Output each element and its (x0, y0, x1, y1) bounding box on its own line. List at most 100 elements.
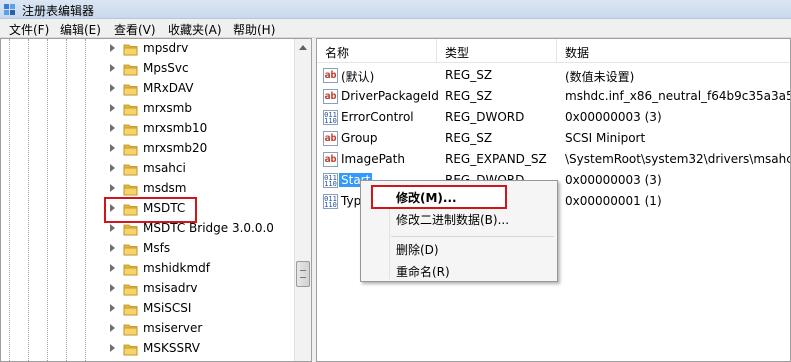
expand-arrow-icon[interactable] (110, 264, 115, 272)
menu-favorites[interactable]: 收藏夹(A) (168, 21, 222, 38)
value-data: SCSI Miniport (565, 131, 646, 145)
value-type: REG_SZ (445, 89, 493, 103)
value-type: REG_SZ (445, 131, 493, 145)
tree-item-label: MSKSSRV (143, 341, 200, 355)
tree-item[interactable]: MSiSCSI (1, 299, 291, 319)
tree-item[interactable]: msisadrv (1, 279, 291, 299)
menu-edit[interactable]: 编辑(E) (60, 21, 101, 38)
tree-item-label: mrxsmb10 (143, 121, 208, 135)
dword-value-icon: 011 110 (323, 173, 338, 188)
value-data: mshdc.inf_x86_neutral_f64b9c35a3a5be (565, 89, 791, 103)
scrollbar-thumb[interactable] (296, 261, 310, 287)
value-type: REG_DWORD (445, 110, 525, 124)
registry-editor-icon (4, 4, 15, 15)
tree-item[interactable]: mshidkmdf (1, 259, 291, 279)
menu-item-modify[interactable]: 修改(M)... (396, 189, 457, 206)
msahci-highlight-box (104, 197, 197, 223)
expand-arrow-icon[interactable] (110, 244, 115, 252)
tree-item[interactable]: msiserver (1, 319, 291, 339)
expand-arrow-icon[interactable] (110, 84, 115, 92)
string-value-icon: ab (323, 89, 338, 104)
folder-icon (123, 124, 138, 136)
expand-arrow-icon[interactable] (110, 44, 115, 52)
dword-value-icon: 011 110 (323, 194, 338, 209)
value-type: REG_SZ (445, 68, 493, 82)
value-row[interactable]: ab (默认) REG_SZ (数值未设置) (317, 65, 790, 86)
column-header-name[interactable]: 名称 (317, 39, 437, 63)
value-name: ImagePath (341, 152, 405, 166)
tree-item-label: MSDTC Bridge 3.0.0.0 (143, 221, 274, 235)
folder-icon (123, 304, 138, 316)
tree-vertical-scrollbar[interactable] (294, 39, 311, 361)
tree-item-label: mshidkmdf (143, 261, 210, 275)
menu-item-rename[interactable]: 重命名(R) (396, 263, 450, 280)
column-header-data[interactable]: 数据 (557, 39, 790, 63)
window-title: 注册表编辑器 (22, 4, 95, 18)
tree-item[interactable]: msahci (1, 159, 291, 179)
value-data: 0x00000003 (3) (565, 173, 662, 187)
folder-icon (123, 164, 138, 176)
menu-view[interactable]: 查看(V) (114, 21, 156, 38)
tree-item[interactable]: Msfs (1, 239, 291, 259)
menu-bar: 文件(F) 编辑(E) 查看(V) 收藏夹(A) 帮助(H) (0, 19, 791, 38)
string-value-icon: ab (323, 152, 338, 167)
tree-item-label: msisadrv (143, 281, 198, 295)
tree-item[interactable]: mrxsmb20 (1, 139, 291, 159)
expand-arrow-icon[interactable] (110, 144, 115, 152)
value-data: 0x00000003 (3) (565, 110, 662, 124)
expand-arrow-icon[interactable] (110, 304, 115, 312)
expand-arrow-icon[interactable] (110, 64, 115, 72)
column-header-type-label: 类型 (445, 46, 470, 60)
value-name: ErrorControl (341, 110, 414, 124)
expand-arrow-icon[interactable] (110, 324, 115, 332)
value-name: DriverPackageId (341, 89, 439, 103)
value-row[interactable]: 011 110 ErrorControl REG_DWORD 0x00000003 (3… (317, 107, 790, 128)
context-menu: 修改(M)... 修改二进制数据(B)... 删除(D) 重命名(R) (360, 180, 558, 282)
value-row[interactable]: ab Group REG_SZ SCSI Miniport (317, 128, 790, 149)
column-header-type[interactable]: 类型 (437, 39, 557, 63)
tree-item-label: MpsSvc (143, 61, 189, 75)
folder-icon (123, 244, 138, 256)
tree-item[interactable]: MpsSvc (1, 59, 291, 79)
folder-icon (123, 64, 138, 76)
folder-icon (123, 324, 138, 336)
tree-item-label: mrxsmb20 (143, 141, 208, 155)
value-row[interactable]: ab DriverPackageId REG_SZ mshdc.inf_x86_neu… (317, 86, 791, 107)
column-header-data-label: 数据 (565, 46, 590, 60)
expand-arrow-icon[interactable] (110, 224, 115, 232)
value-type: REG_EXPAND_SZ (445, 152, 547, 166)
tree-item-label: mpsdrv (143, 41, 189, 55)
tree-item-label: MSiSCSI (143, 301, 192, 315)
expand-arrow-icon[interactable] (110, 104, 115, 112)
menu-file[interactable]: 文件(F) (9, 21, 49, 38)
value-data: \SystemRoot\system32\drivers\msahci. (565, 152, 791, 166)
tree-item-label: MRxDAV (143, 81, 194, 95)
expand-arrow-icon[interactable] (110, 344, 115, 352)
folder-icon (123, 104, 138, 116)
menu-separator (391, 236, 554, 237)
value-row[interactable]: ab ImagePath REG_EXPAND_SZ \SystemRoot\syst… (317, 149, 791, 170)
tree-item[interactable]: MRxDAV (1, 79, 291, 99)
column-header-name-label: 名称 (325, 46, 350, 60)
folder-icon (123, 184, 138, 196)
tree-item[interactable]: mpsdrv (1, 39, 291, 59)
title-bar: 注册表编辑器 (0, 0, 791, 19)
folder-icon (123, 264, 138, 276)
string-value-icon: ab (323, 131, 338, 146)
expand-arrow-icon[interactable] (110, 184, 115, 192)
folder-icon (123, 84, 138, 96)
expand-arrow-icon[interactable] (110, 124, 115, 132)
expand-arrow-icon[interactable] (110, 164, 115, 172)
tree-item[interactable]: MSKSSRV (1, 339, 291, 359)
menu-help[interactable]: 帮助(H) (233, 21, 275, 38)
scroll-up-arrow-icon[interactable] (299, 45, 307, 50)
tree-item-label: msiserver (143, 321, 203, 335)
expand-arrow-icon[interactable] (110, 284, 115, 292)
tree-item[interactable]: msdsm (1, 179, 291, 199)
tree-item[interactable]: mrxsmb (1, 99, 291, 119)
menu-item-delete[interactable]: 删除(D) (396, 241, 439, 258)
tree-item[interactable]: mrxsmb10 (1, 119, 291, 139)
menu-item-modify-binary[interactable]: 修改二进制数据(B)... (396, 211, 509, 228)
registry-tree[interactable]: mpsdrv MpsSvc MRxDAV mrxsmb mrxsmb10 mrxsmb20… (0, 38, 312, 362)
folder-icon (123, 44, 138, 56)
